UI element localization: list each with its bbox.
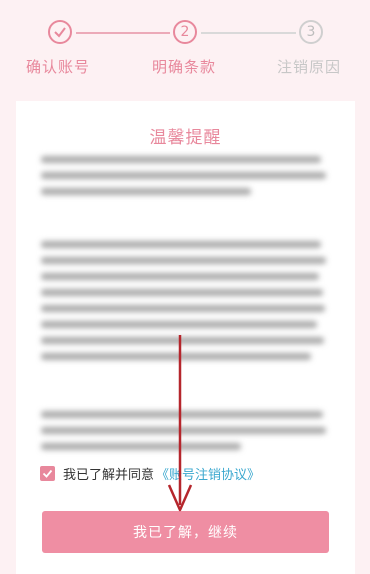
step-2-label: 明确条款 (152, 58, 217, 76)
continue-button[interactable]: 我已了解，继续 (42, 511, 329, 553)
agreement-row[interactable]: 我已了解并同意 《账号注销协议》 (40, 463, 260, 483)
stepper-connector-1 (76, 32, 170, 34)
step-3-number: 3 (299, 20, 323, 44)
blurred-paragraph-1 (41, 156, 331, 204)
card-title: 温馨提醒 (149, 128, 222, 148)
step-1-label: 确认账号 (26, 58, 91, 76)
annotation-arrow-icon (167, 335, 193, 512)
step-2-number: 2 (173, 20, 197, 44)
step-1-done-icon (48, 20, 72, 44)
checkbox-check-icon (42, 469, 53, 478)
agreement-text: 我已了解并同意 (63, 467, 155, 483)
progress-stepper: 2 3 确认账号 明确条款 注销原因 (0, 0, 370, 95)
step-3-label: 注销原因 (277, 58, 342, 76)
stepper-connector-2 (201, 32, 296, 34)
checkmark-icon (54, 27, 66, 38)
agree-checkbox[interactable] (40, 465, 55, 481)
